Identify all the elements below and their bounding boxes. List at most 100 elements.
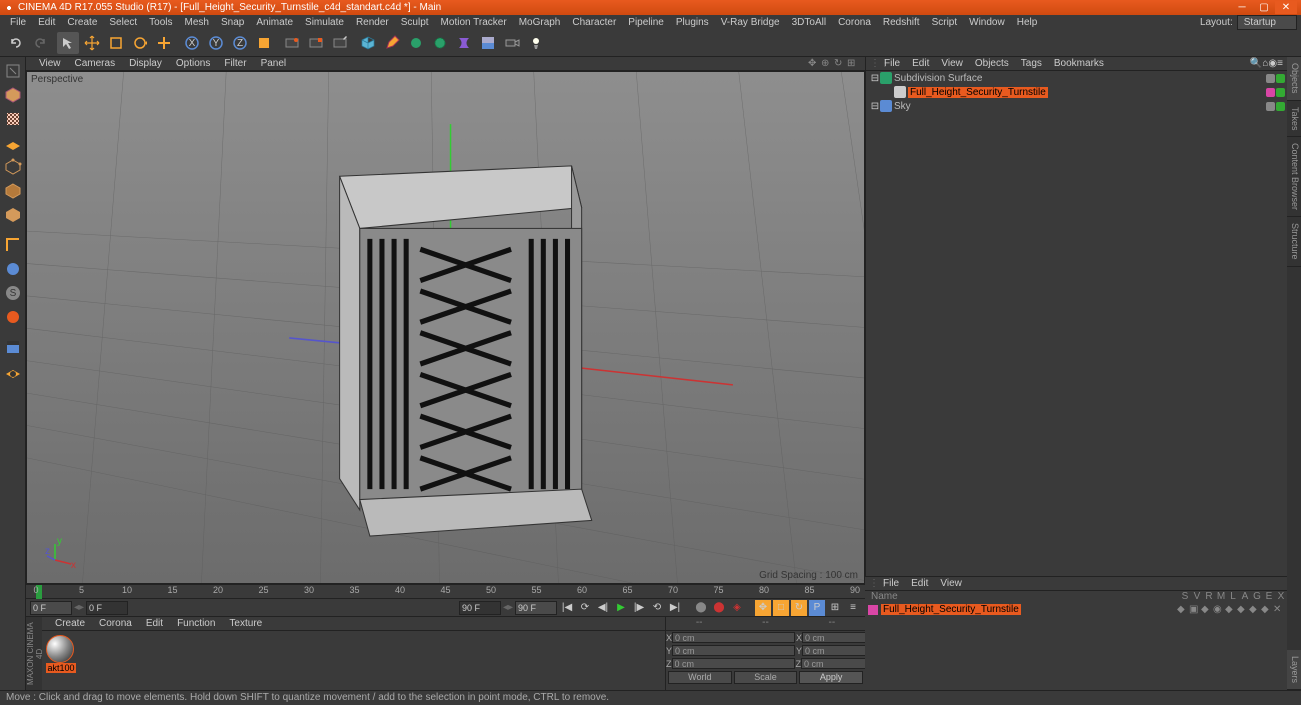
menu-motiontracker[interactable]: Motion Tracker <box>435 17 513 28</box>
soft-select-icon[interactable] <box>2 306 24 328</box>
viewport[interactable]: Perspective Grid Spacing : 100 cm yxz <box>26 71 865 584</box>
om-menu-file[interactable]: File <box>878 58 906 69</box>
attr-menu-edit[interactable]: Edit <box>905 578 934 589</box>
tag-icon[interactable] <box>1266 74 1275 83</box>
vp-menu-filter[interactable]: Filter <box>217 58 253 69</box>
menu-3dtoall[interactable]: 3DToAll <box>786 17 832 28</box>
timeline-ruler[interactable]: 051015202530354045505560657075808590 <box>26 584 865 598</box>
total-frames-field[interactable] <box>515 601 557 615</box>
material-slot[interactable]: akt100 <box>46 635 76 673</box>
pla-key-icon[interactable]: ⊞ <box>827 600 843 616</box>
goto-start-icon[interactable]: |◀ <box>559 600 575 616</box>
pen-icon[interactable] <box>381 32 403 54</box>
point-mode-icon[interactable] <box>2 156 24 178</box>
pos-field[interactable] <box>672 658 795 669</box>
layer-name[interactable]: Full_Height_Security_Turnstile <box>881 604 1021 615</box>
nurbs-icon[interactable] <box>405 32 427 54</box>
menu-pipeline[interactable]: Pipeline <box>622 17 670 28</box>
scale-tool-icon[interactable] <box>105 32 127 54</box>
attr-menu-file[interactable]: File <box>877 578 905 589</box>
selection-tool-icon[interactable] <box>57 32 79 54</box>
material-name[interactable]: akt100 <box>46 663 76 673</box>
layer-flag-icon[interactable]: ◆ <box>1225 604 1235 615</box>
tag-icon[interactable] <box>1266 102 1275 111</box>
tab-content-browser[interactable]: Content Browser <box>1287 137 1301 217</box>
om-eye-icon[interactable]: ◉ <box>1268 58 1277 69</box>
menu-simulate[interactable]: Simulate <box>299 17 350 28</box>
menu-help[interactable]: Help <box>1011 17 1044 28</box>
layer-flag-icon[interactable]: ◆ <box>1177 604 1187 615</box>
rot-key-icon[interactable]: ↻ <box>791 600 807 616</box>
object-name[interactable]: Subdivision Surface <box>894 73 982 84</box>
menu-tools[interactable]: Tools <box>143 17 178 28</box>
vp-menu-options[interactable]: Options <box>169 58 217 69</box>
om-list-icon[interactable]: ≡ <box>1277 58 1283 69</box>
vp-menu-panel[interactable]: Panel <box>254 58 294 69</box>
rotate-tool-icon[interactable] <box>129 32 151 54</box>
layer-color-icon[interactable] <box>868 605 878 615</box>
maximize-button[interactable]: ▢ <box>1253 1 1275 14</box>
om-menu-objects[interactable]: Objects <box>969 58 1015 69</box>
object-name[interactable]: Sky <box>894 101 911 112</box>
texture-mode-icon[interactable] <box>2 108 24 130</box>
panel-grip-icon[interactable]: ⋮⋮ <box>870 58 878 69</box>
lock-x-icon[interactable]: X <box>181 32 203 54</box>
range-end-field[interactable] <box>459 601 501 615</box>
record-icon[interactable]: ⬤ <box>693 600 709 616</box>
menu-plugins[interactable]: Plugins <box>670 17 715 28</box>
render-pv-icon[interactable] <box>305 32 327 54</box>
undo-icon[interactable] <box>5 32 27 54</box>
camera-icon[interactable] <box>501 32 523 54</box>
object-tree-row[interactable]: ⊟ Subdivision Surface <box>866 71 1287 85</box>
object-tree-row[interactable]: ⊟ Sky <box>866 99 1287 113</box>
expand-icon[interactable]: ⊟ <box>870 101 880 112</box>
menu-window[interactable]: Window <box>963 17 1011 28</box>
light-icon[interactable] <box>525 32 547 54</box>
matmenu-texture[interactable]: Texture <box>222 618 269 629</box>
layer-flag-icon[interactable]: ◆ <box>1201 604 1211 615</box>
coord-mode-dropdown[interactable]: World <box>668 671 732 684</box>
attr-menu-view[interactable]: View <box>934 578 968 589</box>
menu-create[interactable]: Create <box>61 17 103 28</box>
snap-icon[interactable]: S <box>2 282 24 304</box>
keyframe-sel-icon[interactable]: ◈ <box>729 600 745 616</box>
tag-icon[interactable] <box>1276 88 1285 97</box>
last-tool-icon[interactable] <box>153 32 175 54</box>
range-start-field[interactable] <box>86 601 128 615</box>
polygon-mode-icon[interactable] <box>2 204 24 226</box>
om-menu-tags[interactable]: Tags <box>1015 58 1048 69</box>
scale-key-icon[interactable]: □ <box>773 600 789 616</box>
menu-file[interactable]: File <box>4 17 32 28</box>
edge-mode-icon[interactable] <box>2 180 24 202</box>
tab-structure[interactable]: Structure <box>1287 217 1301 267</box>
environment-icon[interactable] <box>477 32 499 54</box>
matmenu-corona[interactable]: Corona <box>92 618 139 629</box>
om-menu-edit[interactable]: Edit <box>906 58 935 69</box>
tweaks-icon[interactable] <box>2 336 24 358</box>
deformer-icon[interactable] <box>453 32 475 54</box>
expand-icon[interactable]: ⊟ <box>870 73 880 84</box>
render-settings-icon[interactable] <box>329 32 351 54</box>
matmenu-edit[interactable]: Edit <box>139 618 170 629</box>
layer-flag-icon[interactable]: ✕ <box>1273 604 1283 615</box>
layer-flag-icon[interactable]: ◆ <box>1249 604 1259 615</box>
locked-workplane-icon[interactable] <box>2 360 24 382</box>
object-name[interactable]: Full_Height_Security_Turnstile <box>908 87 1048 98</box>
tab-takes[interactable]: Takes <box>1287 101 1301 138</box>
matmenu-function[interactable]: Function <box>170 618 222 629</box>
param-key-icon[interactable]: P <box>809 600 825 616</box>
object-tree-row[interactable]: Full_Height_Security_Turnstile <box>866 85 1287 99</box>
menu-sculpt[interactable]: Sculpt <box>395 17 435 28</box>
menu-select[interactable]: Select <box>103 17 143 28</box>
tag-icon[interactable] <box>1266 88 1275 97</box>
menu-snap[interactable]: Snap <box>215 17 250 28</box>
goto-end-icon[interactable]: ▶| <box>667 600 683 616</box>
menu-animate[interactable]: Animate <box>250 17 299 28</box>
step-fwd-icon[interactable]: |▶ <box>631 600 647 616</box>
current-frame-field[interactable] <box>30 601 72 615</box>
tag-icon[interactable] <box>1276 102 1285 111</box>
menu-mograph[interactable]: MoGraph <box>513 17 567 28</box>
pos-field[interactable] <box>672 632 795 643</box>
menu-mesh[interactable]: Mesh <box>179 17 215 28</box>
vp-nav-icon[interactable]: ✥ <box>808 58 820 70</box>
